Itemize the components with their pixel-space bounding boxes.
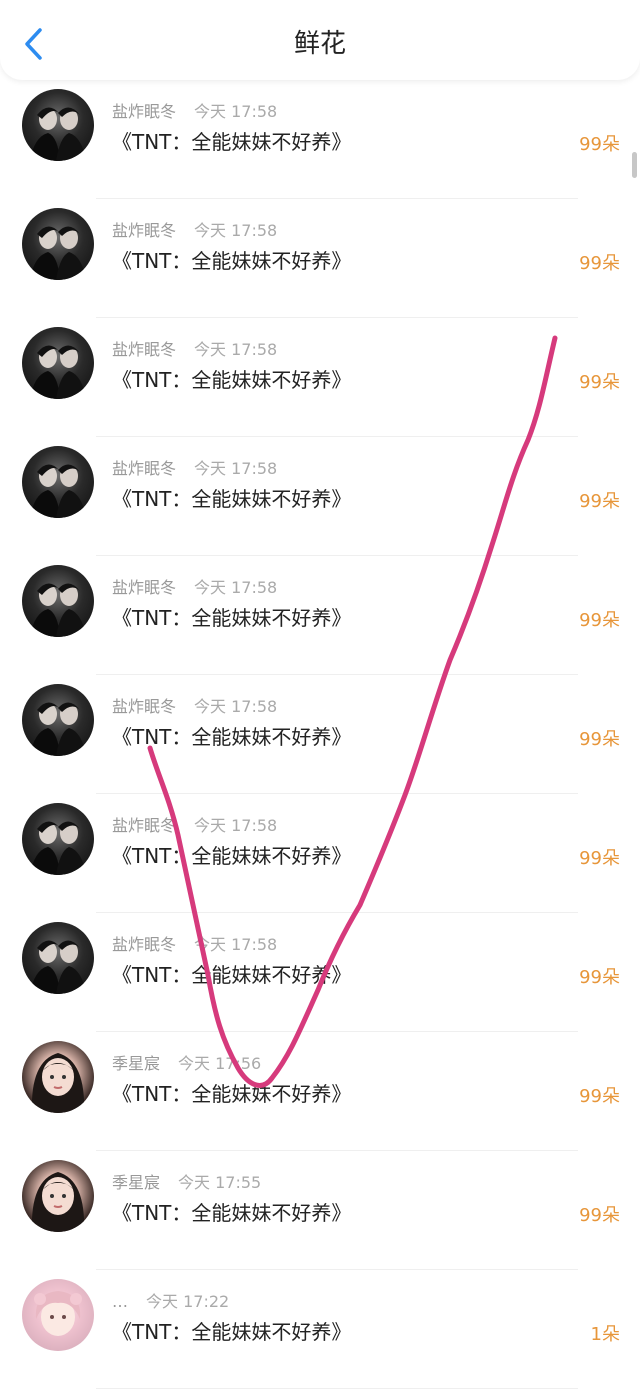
timestamp: 今天 17:58 — [194, 102, 278, 121]
avatar[interactable] — [22, 1279, 94, 1351]
item-meta: 盐炸眠冬 今天 17:58 — [112, 693, 277, 717]
user-name: 盐炸眠冬 — [112, 935, 177, 954]
list-item[interactable]: 季星宸 今天 17:56 《TNT：全能妹妹不好养》 99朵 — [0, 1032, 640, 1151]
header-bar: 鲜花 — [0, 0, 640, 80]
list-item[interactable]: 季星宸 今天 17:55 《TNT：全能妹妹不好养》 99朵 — [0, 1151, 640, 1270]
timestamp: 今天 17:58 — [194, 340, 278, 359]
flower-count: 99朵 — [579, 1205, 620, 1226]
timestamp: 今天 17:22 — [146, 1292, 230, 1311]
book-title: 《TNT：全能妹妹不好养》 — [112, 1082, 352, 1106]
avatar[interactable] — [22, 922, 94, 994]
item-meta: 盐炸眠冬 今天 17:58 — [112, 336, 277, 360]
book-title: 《TNT：全能妹妹不好养》 — [112, 606, 352, 630]
avatar[interactable] — [22, 327, 94, 399]
scrollbar[interactable] — [632, 152, 637, 178]
flower-count: 99朵 — [579, 372, 620, 393]
list-item[interactable]: … 今天 17:22 《TNT：全能妹妹不好养》 1朵 — [0, 1270, 640, 1389]
flower-count: 99朵 — [579, 848, 620, 869]
list-item[interactable]: 盐炸眠冬 今天 17:58 《TNT：全能妹妹不好养》 99朵 — [0, 80, 640, 199]
item-meta: 季星宸 今天 17:56 — [112, 1050, 261, 1074]
timestamp: 今天 17:58 — [194, 697, 278, 716]
avatar[interactable] — [22, 684, 94, 756]
book-title: 《TNT：全能妹妹不好养》 — [112, 1320, 352, 1344]
flower-list: 盐炸眠冬 今天 17:58 《TNT：全能妹妹不好养》 99朵 盐炸眠冬 今天 17:58… — [0, 80, 640, 1389]
list-item[interactable]: 盐炸眠冬 今天 17:58 《TNT：全能妹妹不好养》 99朵 — [0, 913, 640, 1032]
page-title: 鲜花 — [293, 29, 346, 59]
avatar[interactable] — [22, 1041, 94, 1113]
flower-count: 99朵 — [579, 610, 620, 631]
user-name: 季星宸 — [112, 1173, 161, 1192]
flower-count: 99朵 — [579, 729, 620, 750]
book-title: 《TNT：全能妹妹不好养》 — [112, 130, 352, 154]
flower-count: 99朵 — [579, 967, 620, 988]
avatar[interactable] — [22, 446, 94, 518]
book-title: 《TNT：全能妹妹不好养》 — [112, 963, 352, 987]
item-meta: 季星宸 今天 17:55 — [112, 1169, 261, 1193]
flower-count: 99朵 — [579, 1086, 620, 1107]
flower-count: 99朵 — [579, 491, 620, 512]
flower-count: 99朵 — [579, 253, 620, 274]
book-title: 《TNT：全能妹妹不好养》 — [112, 725, 352, 749]
avatar[interactable] — [22, 89, 94, 161]
list-item[interactable]: 盐炸眠冬 今天 17:58 《TNT：全能妹妹不好养》 99朵 — [0, 199, 640, 318]
item-meta: 盐炸眠冬 今天 17:58 — [112, 931, 277, 955]
book-title: 《TNT：全能妹妹不好养》 — [112, 1201, 352, 1225]
timestamp: 今天 17:58 — [194, 578, 278, 597]
avatar[interactable] — [22, 565, 94, 637]
item-meta: 盐炸眠冬 今天 17:58 — [112, 455, 277, 479]
book-title: 《TNT：全能妹妹不好养》 — [112, 487, 352, 511]
avatar[interactable] — [22, 1160, 94, 1232]
user-name: 盐炸眠冬 — [112, 340, 177, 359]
item-meta: 盐炸眠冬 今天 17:58 — [112, 217, 277, 241]
item-meta: 盐炸眠冬 今天 17:58 — [112, 98, 277, 122]
timestamp: 今天 17:58 — [194, 935, 278, 954]
timestamp: 今天 17:55 — [178, 1173, 262, 1192]
book-title: 《TNT：全能妹妹不好养》 — [112, 368, 352, 392]
list-item[interactable]: 盐炸眠冬 今天 17:58 《TNT：全能妹妹不好养》 99朵 — [0, 675, 640, 794]
timestamp: 今天 17:58 — [194, 221, 278, 240]
user-name: 盐炸眠冬 — [112, 459, 177, 478]
timestamp: 今天 17:56 — [178, 1054, 262, 1073]
avatar[interactable] — [22, 208, 94, 280]
item-meta: 盐炸眠冬 今天 17:58 — [112, 574, 277, 598]
user-name: 盐炸眠冬 — [112, 697, 177, 716]
timestamp: 今天 17:58 — [194, 459, 278, 478]
user-name: 盐炸眠冬 — [112, 102, 177, 121]
list-item[interactable]: 盐炸眠冬 今天 17:58 《TNT：全能妹妹不好养》 99朵 — [0, 318, 640, 437]
item-meta: 盐炸眠冬 今天 17:58 — [112, 812, 277, 836]
flower-count: 1朵 — [590, 1324, 620, 1345]
flower-count: 99朵 — [579, 134, 620, 155]
list-item[interactable]: 盐炸眠冬 今天 17:58 《TNT：全能妹妹不好养》 99朵 — [0, 794, 640, 913]
timestamp: 今天 17:58 — [194, 816, 278, 835]
list-item[interactable]: 盐炸眠冬 今天 17:58 《TNT：全能妹妹不好养》 99朵 — [0, 437, 640, 556]
user-name: 季星宸 — [112, 1054, 161, 1073]
avatar[interactable] — [22, 803, 94, 875]
user-name: 盐炸眠冬 — [112, 578, 177, 597]
item-meta: … 今天 17:22 — [112, 1288, 229, 1312]
book-title: 《TNT：全能妹妹不好养》 — [112, 249, 352, 273]
book-title: 《TNT：全能妹妹不好养》 — [112, 844, 352, 868]
user-name: 盐炸眠冬 — [112, 221, 177, 240]
user-name: … — [112, 1292, 128, 1311]
user-name: 盐炸眠冬 — [112, 816, 177, 835]
list-item[interactable]: 盐炸眠冬 今天 17:58 《TNT：全能妹妹不好养》 99朵 — [0, 556, 640, 675]
